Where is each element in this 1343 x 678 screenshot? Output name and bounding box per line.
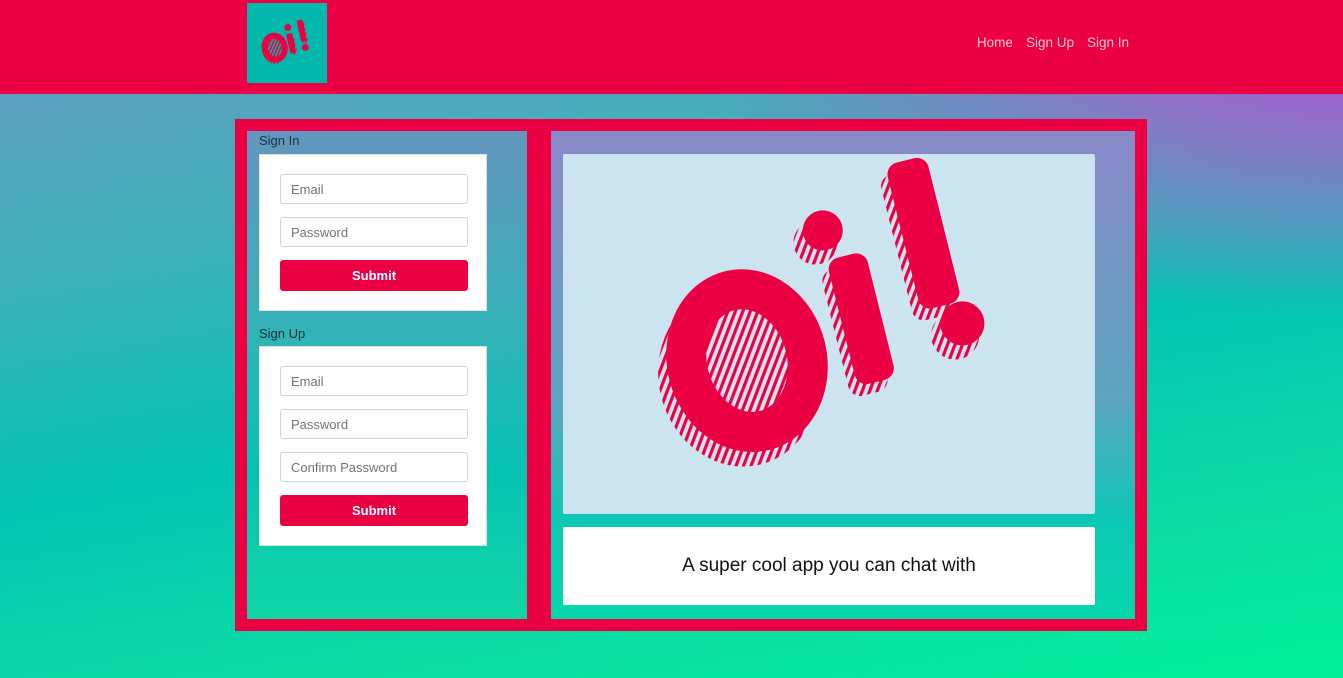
tagline-text: A super cool app you can chat with bbox=[682, 555, 976, 576]
nav-link-home[interactable]: Home bbox=[977, 35, 1013, 50]
sign-in-submit-button[interactable]: Submit bbox=[280, 260, 468, 291]
sign-up-title: Sign Up bbox=[259, 326, 306, 341]
brand-logo[interactable] bbox=[247, 3, 327, 83]
nav-link-sign-up[interactable]: Sign Up bbox=[1026, 35, 1074, 50]
sign-up-card: Submit bbox=[259, 346, 487, 546]
auth-panel: Sign In Submit Sign Up Submit bbox=[247, 131, 527, 619]
sign-in-title: Sign In bbox=[259, 133, 300, 148]
sign-up-password-input[interactable] bbox=[280, 409, 468, 439]
sign-up-email-input[interactable] bbox=[280, 366, 468, 396]
nav-link-sign-in[interactable]: Sign In bbox=[1087, 35, 1129, 50]
sign-in-card: Submit bbox=[259, 154, 487, 311]
sign-in-email-input[interactable] bbox=[280, 174, 468, 204]
hero-image bbox=[563, 154, 1095, 514]
sign-up-submit-button[interactable]: Submit bbox=[280, 495, 468, 526]
hero-panel: A super cool app you can chat with bbox=[551, 131, 1135, 619]
navbar: Home Sign Up Sign In bbox=[0, 0, 1343, 94]
sign-up-confirm-password-input[interactable] bbox=[280, 452, 468, 482]
sign-in-password-input[interactable] bbox=[280, 217, 468, 247]
tagline-card: A super cool app you can chat with bbox=[563, 527, 1095, 605]
nav-links: Home Sign Up Sign In bbox=[977, 35, 1129, 50]
oi-logo-illustration bbox=[658, 157, 985, 467]
